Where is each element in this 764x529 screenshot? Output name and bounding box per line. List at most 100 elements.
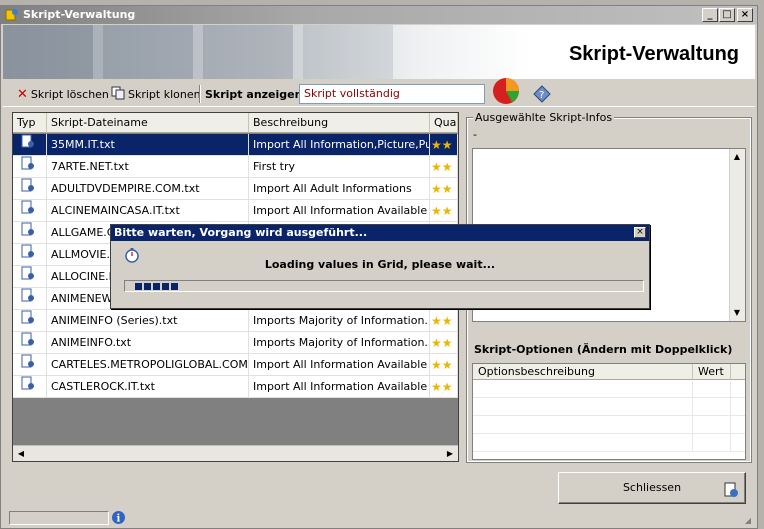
script-file-icon	[13, 156, 47, 178]
svg-text:?: ?	[539, 90, 544, 101]
script-file-icon	[13, 332, 47, 354]
script-file-icon	[13, 354, 47, 376]
close-window-button[interactable]: ×	[737, 8, 753, 22]
progress-block	[162, 283, 169, 290]
resize-grip-icon[interactable]: ◢	[745, 516, 751, 525]
maximize-button[interactable]: □	[719, 8, 735, 22]
scroll-down-icon[interactable]: ▼	[730, 306, 744, 320]
scroll-left-icon[interactable]: ◀	[14, 447, 28, 461]
script-description: Imports Majority of Information. ...	[249, 310, 430, 332]
header-banner: Skript-Verwaltung	[3, 25, 755, 79]
quality-stars: ★★	[430, 156, 458, 178]
title-bar[interactable]: Skript-Verwaltung _ □ ×	[1, 6, 757, 24]
film-strip-image	[203, 25, 293, 79]
quality-stars: ★★	[430, 332, 458, 354]
quality-stars: ★★	[430, 134, 458, 156]
window-title: Skript-Verwaltung	[23, 8, 136, 21]
table-row[interactable]: ADULTDVDEMPIRE.COM.txt Import All Adult I…	[13, 178, 458, 200]
progress-bar	[124, 280, 644, 292]
dialog-close-button[interactable]: ×	[634, 227, 646, 238]
column-header-quality[interactable]: Qua	[430, 113, 458, 133]
option-row	[473, 434, 745, 452]
help-icon[interactable]: ?	[533, 85, 551, 106]
minimize-button[interactable]: _	[702, 8, 718, 22]
star-icon: ★★	[431, 336, 453, 350]
column-header-option-description[interactable]: Optionsbeschreibung	[473, 364, 693, 380]
delete-icon: ✕	[17, 86, 28, 102]
option-row	[473, 416, 745, 434]
script-file-icon	[13, 244, 47, 266]
script-filename: CARTELES.METROPOLIGLOBAL.COM.txt	[47, 354, 249, 376]
app-icon	[5, 8, 19, 22]
column-header-value[interactable]: Wert	[693, 364, 731, 380]
script-close-icon	[723, 480, 739, 510]
star-icon: ★★	[431, 204, 453, 218]
column-header-filename[interactable]: Skript-Dateiname	[47, 113, 249, 133]
status-bar: i ◢	[3, 509, 755, 527]
pie-chart-icon[interactable]	[490, 75, 524, 110]
quality-stars: ★★	[430, 200, 458, 222]
close-button[interactable]: Schliessen	[558, 472, 746, 504]
script-description: Import All Information Available a...	[249, 376, 430, 398]
table-row[interactable]: ANIMEINFO.txt Imports Majority of Informa…	[13, 332, 458, 354]
vertical-scrollbar[interactable]: ▲ ▼	[729, 149, 745, 321]
script-filename: CASTLEROCK.IT.txt	[47, 376, 249, 398]
script-filename: ANIMEINFO.txt	[47, 332, 249, 354]
info-icon[interactable]: i	[111, 510, 126, 528]
script-filename: 7ARTE.NET.txt	[47, 156, 249, 178]
script-description: Import All Adult Informations	[249, 178, 430, 200]
column-header-description[interactable]: Beschreibung	[249, 113, 430, 133]
grid-header: Typ Skript-Dateiname Beschreibung Qua	[13, 113, 458, 133]
table-row[interactable]: 35MM.IT.txt Import All Information,Pictur…	[13, 134, 458, 156]
scroll-right-icon[interactable]: ▶	[443, 447, 457, 461]
page-heading: Skript-Verwaltung	[568, 43, 739, 65]
option-row	[473, 398, 745, 416]
script-filename: 35MM.IT.txt	[47, 134, 249, 156]
scroll-up-icon[interactable]: ▲	[730, 150, 744, 164]
svg-text:i: i	[117, 514, 121, 525]
script-file-icon	[13, 376, 47, 398]
star-icon: ★★	[431, 314, 453, 328]
script-file-icon	[13, 178, 47, 200]
script-options-title: Skript-Optionen (Ändern mit Doppelklick)	[474, 343, 733, 356]
script-options-grid[interactable]: Optionsbeschreibung Wert	[472, 363, 746, 460]
quality-stars: ★★	[430, 178, 458, 200]
star-icon: ★★	[431, 160, 453, 174]
script-file-icon	[13, 134, 47, 156]
star-icon: ★★	[431, 182, 453, 196]
delete-script-button[interactable]: ✕ Skript löschen	[17, 85, 109, 103]
clone-script-button[interactable]: Skript klonen	[111, 85, 201, 103]
status-field	[9, 511, 109, 525]
table-row[interactable]: CASTLEROCK.IT.txt Import All Information …	[13, 376, 458, 398]
table-row[interactable]: 7ARTE.NET.txt First try ★★	[13, 156, 458, 178]
clone-icon	[111, 86, 125, 103]
script-mode-select[interactable]: Skript vollständig	[299, 84, 485, 104]
quality-stars: ★★	[430, 354, 458, 376]
script-file-icon	[13, 266, 47, 288]
script-description: Import All Information Available : ...	[249, 354, 430, 376]
progress-block	[171, 283, 178, 290]
close-button-label: Schliessen	[622, 481, 682, 494]
table-row[interactable]: ALCINEMAINCASA.IT.txt Import All Informat…	[13, 200, 458, 222]
dialog-message: Loading values in Grid, please wait...	[264, 258, 496, 271]
progress-block	[135, 283, 142, 290]
script-info-dash: -	[473, 128, 477, 141]
column-header-type[interactable]: Typ	[13, 113, 47, 133]
script-filename: ANIMEINFO (Series).txt	[47, 310, 249, 332]
script-filename: ALCINEMAINCASA.IT.txt	[47, 200, 249, 222]
star-icon: ★★	[431, 138, 453, 152]
quality-stars: ★★	[430, 310, 458, 332]
script-description: Imports Majority of Information. ...	[249, 332, 430, 354]
script-info-title: Ausgewählte Skript-Infos	[473, 111, 615, 124]
clone-label: Skript klonen	[128, 87, 201, 101]
dialog-title[interactable]: Bitte warten, Vorgang wird ausgeführt...	[111, 225, 649, 241]
film-strip-image	[3, 25, 93, 79]
script-description: First try	[249, 156, 430, 178]
star-icon: ★★	[431, 380, 453, 394]
progress-dialog: Bitte warten, Vorgang wird ausgeführt...…	[110, 224, 650, 309]
table-row[interactable]: CARTELES.METROPOLIGLOBAL.COM.txt Import A…	[13, 354, 458, 376]
table-row[interactable]: ANIMEINFO (Series).txt Imports Majority o…	[13, 310, 458, 332]
script-file-icon	[13, 310, 47, 332]
toolbar-separator	[199, 85, 201, 103]
horizontal-scrollbar[interactable]: ◀ ▶	[13, 445, 458, 461]
